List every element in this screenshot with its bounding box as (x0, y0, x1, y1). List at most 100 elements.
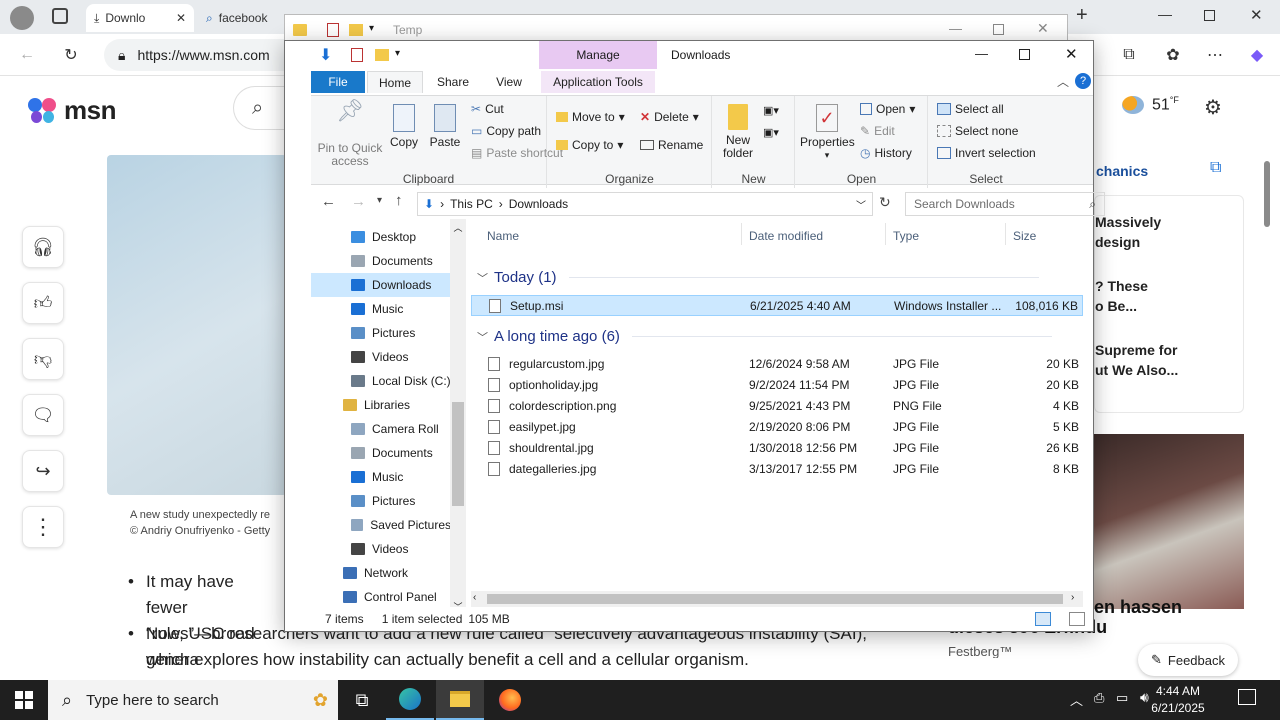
nav-item[interactable]: Desktop (311, 225, 451, 249)
navigation-pane-scrollbar[interactable]: ︿ ﹀ (450, 219, 466, 612)
column-divider[interactable] (741, 223, 742, 245)
new-tab-icon[interactable]: + (1076, 4, 1088, 27)
properties-button[interactable]: ✓ Properties ▾ (800, 104, 855, 162)
more-button[interactable]: ⋮ (22, 506, 64, 548)
scroll-up-icon[interactable]: ︿ (450, 219, 466, 234)
select-all-button[interactable]: Select all (937, 102, 1004, 116)
recent-locations-icon[interactable]: ▾ (377, 195, 382, 206)
nav-item[interactable]: Documents (311, 249, 451, 273)
column-divider[interactable] (1005, 223, 1006, 245)
minimize-icon[interactable]: — (949, 21, 962, 36)
column-date-modified[interactable]: Date modified (749, 229, 823, 243)
network-icon[interactable]: ⎙ (1094, 690, 1104, 706)
file-row[interactable]: shouldrental.jpg 1/30/2018 12:56 PM JPG Fi… (471, 438, 1083, 459)
file-row[interactable]: colordescription.png 9/25/2021 4:43 PM PNG… (471, 396, 1083, 417)
minimize-icon[interactable]: — (1158, 6, 1172, 22)
pin-to-quick-access-button[interactable]: 📌︎ Pin to Quick access (315, 100, 385, 168)
details-view-icon[interactable] (1035, 612, 1051, 626)
close-icon[interactable]: ✕ (1065, 45, 1078, 63)
scroll-left-icon[interactable]: ‹ (473, 592, 476, 603)
tab-actions-icon[interactable] (52, 8, 68, 24)
task-view-button[interactable]: ⧉ (338, 680, 386, 720)
file-explorer-taskbar-button[interactable] (436, 680, 484, 720)
close-icon[interactable]: ✕ (1037, 20, 1049, 37)
file-row[interactable]: optionholiday.jpg 9/2/2024 11:54 PM JPG Fi… (471, 375, 1083, 396)
nav-item[interactable]: Saved Pictures (311, 513, 451, 537)
breadcrumb-downloads[interactable]: Downloads (509, 197, 568, 211)
ad-headline-right[interactable]: en hassen (1094, 597, 1182, 618)
path-dropdown-icon[interactable]: ﹀ (856, 197, 866, 212)
new-folder-icon[interactable] (375, 49, 389, 61)
delete-button[interactable]: ✕ Delete ▾ (640, 110, 699, 124)
notifications-icon[interactable] (1238, 689, 1256, 705)
back-icon[interactable]: ← (12, 40, 42, 70)
nav-item[interactable]: Pictures (311, 489, 451, 513)
news-item[interactable]: Massively design (1095, 212, 1161, 252)
new-folder-button[interactable]: New folder (717, 104, 759, 160)
file-row[interactable]: Setup.msi 6/21/2025 4:40 AM Windows Instal… (471, 295, 1083, 316)
dislike-button[interactable]: 👎︎ (22, 338, 64, 380)
ethernet-icon[interactable]: ▭ (1116, 690, 1128, 706)
large-icons-view-icon[interactable] (1069, 612, 1085, 626)
scrollbar-thumb[interactable] (1264, 161, 1270, 227)
more-options-icon[interactable]: ⋯ (1200, 40, 1230, 70)
copilot-icon[interactable]: ◆ (1242, 40, 1272, 70)
tab-application-tools[interactable]: Application Tools (541, 71, 655, 93)
news-item[interactable]: ? These o Be... (1095, 276, 1148, 316)
news-item[interactable]: Supreme for ut We Also... (1095, 340, 1178, 380)
extensions-icon[interactable]: ✿ (1158, 40, 1188, 70)
nav-item[interactable]: Local Disk (C:) (311, 369, 451, 393)
invert-selection-button[interactable]: Invert selection (937, 146, 1036, 160)
like-button[interactable]: 👍︎ (22, 282, 64, 324)
file-row[interactable]: regularcustom.jpg 12/6/2024 9:58 AM JPG Fi… (471, 354, 1083, 375)
file-row[interactable]: dategalleries.jpg 3/13/2017 12:55 PM JPG F… (471, 459, 1083, 480)
minimize-icon[interactable]: — (975, 46, 988, 61)
copy-to-button[interactable]: Copy to ▾ (556, 138, 623, 152)
group-header[interactable]: ﹀ A long time ago (6) (477, 328, 1052, 345)
dropdown-icon[interactable]: ▾ (395, 48, 400, 59)
collections-icon[interactable]: ⧉ (1114, 40, 1144, 70)
column-type[interactable]: Type (893, 229, 919, 243)
settings-icon[interactable]: ⚙ (1204, 95, 1222, 120)
tab-view[interactable]: View (485, 71, 533, 93)
system-clock[interactable]: 4:44 AM 6/21/2025 (1134, 683, 1222, 717)
right-panel-header[interactable]: chanics (1096, 163, 1148, 179)
history-button[interactable]: ◷ History (860, 146, 912, 160)
nav-item[interactable]: Pictures (311, 321, 451, 345)
paste-button[interactable]: Paste (427, 104, 463, 149)
restore-icon[interactable] (1204, 10, 1215, 21)
column-name[interactable]: Name (487, 229, 519, 243)
nav-item[interactable]: Videos (311, 537, 451, 561)
tab-home[interactable]: Home (367, 71, 423, 93)
back-arrow-icon[interactable]: ← (321, 193, 336, 210)
firefox-taskbar-button[interactable] (486, 680, 534, 720)
breadcrumb-this-pc[interactable]: This PC (450, 197, 493, 211)
tab-downloads[interactable]: ⤓ Downlo ✕ (86, 4, 194, 32)
rename-button[interactable]: Rename (640, 138, 703, 152)
maximize-icon[interactable] (1019, 49, 1030, 60)
nav-item[interactable]: Network (311, 561, 451, 585)
comment-button[interactable]: 🗨︎ (22, 394, 64, 436)
edit-button[interactable]: ✎ Edit (860, 124, 895, 138)
refresh-icon[interactable]: ↻ (56, 40, 86, 70)
easy-access-icon[interactable]: ▣▾ (763, 126, 779, 139)
nav-item[interactable]: Control Panel (311, 585, 451, 609)
file-list-horizontal-scrollbar[interactable]: ‹ › (471, 591, 1083, 607)
nav-item[interactable]: Videos (311, 345, 451, 369)
properties-icon[interactable] (327, 23, 339, 37)
up-arrow-icon[interactable]: ↑ (395, 192, 403, 209)
tab-file[interactable]: File (311, 71, 365, 93)
tab-facebook[interactable]: ⌕ facebook (198, 4, 284, 32)
close-icon[interactable]: ✕ (176, 11, 186, 25)
path-bar[interactable]: ⬇ › This PC › Downloads ﹀ (417, 192, 873, 216)
external-link-icon[interactable]: ⧉ (1210, 159, 1221, 177)
show-hidden-icons-icon[interactable]: ︿ (1070, 690, 1083, 709)
nav-item[interactable]: Libraries (311, 393, 451, 417)
maximize-icon[interactable] (993, 24, 1004, 35)
scrollbar-thumb[interactable] (452, 402, 464, 506)
tab-share[interactable]: Share (429, 71, 477, 93)
ad-image[interactable] (1094, 434, 1244, 609)
copy-path-button[interactable]: ▭ Copy path (471, 124, 541, 138)
dropdown-icon[interactable]: ▾ (369, 23, 374, 34)
search-downloads-input[interactable]: Search Downloads ⌕ (905, 192, 1105, 216)
